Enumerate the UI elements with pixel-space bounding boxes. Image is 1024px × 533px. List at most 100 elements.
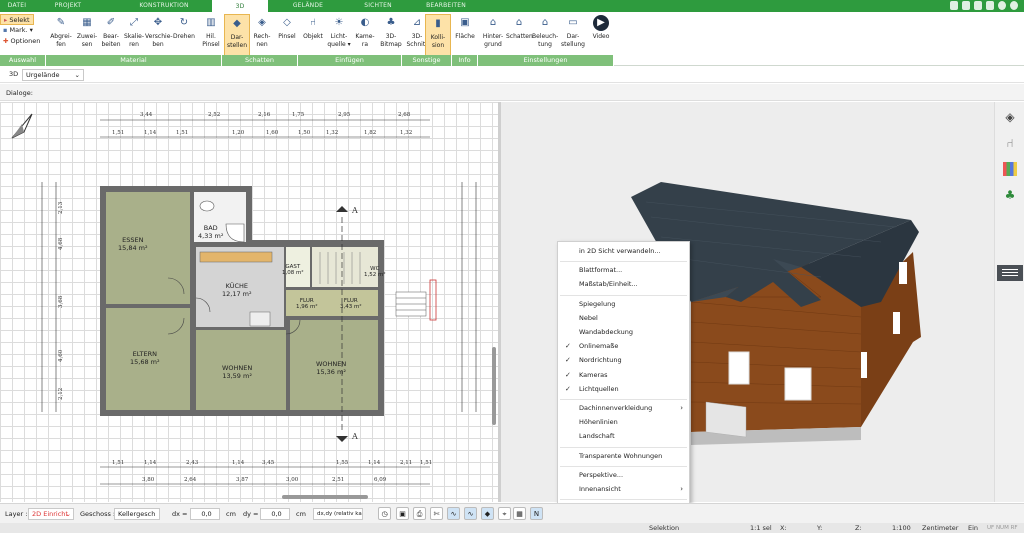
tab-datei[interactable]: DATEI [0, 0, 34, 12]
calc-cube-icon: ◈ [258, 17, 266, 28]
select-tool-mark[interactable]: ▪ Mark. ▾ [0, 25, 46, 36]
tree-icon[interactable]: ♣ [1003, 188, 1017, 202]
group-auswahl: Auswahl [0, 55, 46, 66]
ribbon-button-label: Kame- ra [355, 33, 375, 48]
ribbon-button-tree[interactable]: ♣ 3D- Bitmap [378, 14, 404, 60]
ribbon-button-scale[interactable]: ⤢ Skalie- ren [121, 14, 147, 60]
menu-item[interactable]: Innenansicht › [558, 483, 689, 496]
dimension-label: 1,14 [368, 460, 381, 466]
hamburger-menu-icon[interactable] [997, 265, 1023, 281]
ribbon-button-render-cube[interactable]: ◆ Dar- stellen [224, 14, 250, 60]
menu-item[interactable]: Höhenlinien [558, 416, 689, 429]
tab-3d[interactable]: 3D [212, 0, 268, 12]
rotate-icon: ↻ [179, 17, 189, 28]
view-select-value: Urgelände [26, 71, 60, 79]
pipette-icon: ✎ [56, 17, 66, 28]
select-tool-selekt[interactable]: ▸ Selekt [0, 14, 34, 25]
ribbon-button-background-house[interactable]: ⌂ Hinter- grund [480, 14, 506, 60]
menu-item[interactable]: ✓ Nordrichtung [558, 354, 689, 367]
grid-icon[interactable]: ▦ [513, 507, 526, 520]
group-einstellungen: Einstellungen [478, 55, 614, 66]
group-einfuegen: Einfügen [298, 55, 402, 66]
menu-item[interactable]: Maßstab/Einheit... [558, 278, 689, 291]
tab-bearbeiten[interactable]: BEARBEITEN [418, 0, 474, 12]
save-icon[interactable] [962, 1, 970, 10]
floor-plan-view[interactable]: A A 3,44 2,52 2,16 1,75 2,95 2,68 1,51 1,14 1,51… [0, 102, 498, 502]
ribbon-button-collision[interactable]: ▮ Kolli- sion [425, 14, 451, 60]
ribbon-button-rotate[interactable]: ↻ Drehen [171, 14, 197, 60]
ribbon-button-chair[interactable]: ⑁ Objekt [300, 14, 326, 60]
cut-icon: ⊿ [412, 17, 422, 28]
snap-grid-icon[interactable]: ⌖ [498, 507, 511, 520]
chair-icon[interactable]: ⑁ [1003, 136, 1017, 150]
layer-select[interactable]: 2D Einricht ⌄ [28, 508, 74, 520]
plan-vertical-scrollbar[interactable] [492, 347, 496, 425]
info-icon[interactable] [1010, 1, 1018, 10]
restore-icon[interactable] [974, 1, 982, 10]
menu-item-label: Höhenlinien [579, 418, 618, 427]
window-icon[interactable] [986, 1, 994, 10]
geschoss-select[interactable]: Kellergesch [114, 508, 160, 520]
scale-icon: ⤢ [130, 17, 138, 28]
menu-item[interactable]: ✓ Onlinemaße [558, 340, 689, 353]
ribbon-button-camera[interactable]: ◐ Kame- ra [352, 14, 378, 60]
ribbon-button-shadow-house[interactable]: ⌂ Schatten [506, 14, 533, 60]
menu-item[interactable]: Landschaft [558, 430, 689, 443]
tab-projekt[interactable]: PROJEKT [40, 0, 96, 12]
ribbon-button-assign[interactable]: ▦ Zuwei- sen [74, 14, 100, 60]
print-icon[interactable]: ⎙ [413, 507, 426, 520]
menu-item[interactable]: Transparente Wohnungen [558, 450, 689, 463]
ribbon-button-pipette[interactable]: ✎ Abgrei- fen [48, 14, 74, 60]
menu-item[interactable]: ✓ Kameras [558, 369, 689, 382]
palette-icon[interactable] [1003, 162, 1017, 176]
dimension-label: 1,14 [232, 460, 245, 466]
layer-label: Layer : [5, 510, 28, 518]
dimension-label: 4,68 [58, 237, 64, 250]
dy-input[interactable]: 0,0 [260, 508, 290, 520]
view-select[interactable]: Urgelände ⌄ [22, 69, 84, 81]
coord-mode-select[interactable]: dx,dy (relativ ka [313, 508, 363, 520]
dx-input[interactable]: 0,0 [190, 508, 220, 520]
ribbon-button-paint-brush[interactable]: ◇ Pinsel [274, 14, 300, 60]
ribbon-button-bulb[interactable]: ☀ Licht- quelle ▾ [326, 14, 352, 60]
select-tool-options[interactable]: ✚ Optionen [0, 36, 46, 47]
pin-icon[interactable] [950, 1, 958, 10]
plan-horizontal-scrollbar[interactable] [282, 495, 368, 499]
tab-sichten[interactable]: SICHTEN [350, 0, 406, 12]
menu-item-label: in 2D Sicht verwandeln... [579, 247, 661, 255]
ribbon-button-move[interactable]: ✥ Verschie- ben [145, 14, 173, 60]
snap-curve-icon[interactable]: ∿ [464, 507, 477, 520]
dimension-label: 1,75 [292, 112, 305, 118]
menu-item[interactable]: Spiegelung [558, 298, 689, 311]
plane-icon[interactable]: ◆ [481, 507, 494, 520]
menu-item[interactable]: ✓ Lichtquellen [558, 383, 689, 396]
ribbon-button-calc-cube[interactable]: ◈ Rech- nen [249, 14, 275, 60]
help-icon[interactable] [998, 1, 1006, 10]
screen-icon[interactable]: ▣ [396, 507, 409, 520]
ribbon-button-area[interactable]: ▣ Fläche [452, 14, 478, 60]
ribbon-button-lighting-house[interactable]: ⌂ Beleuch- tung [532, 14, 558, 60]
menu-item[interactable]: Wandabdeckung [558, 326, 689, 339]
menu-item[interactable]: Blattformat... [558, 264, 689, 277]
menu-item[interactable]: in 2D Sicht verwandeln... [558, 245, 689, 258]
tree-icon: ♣ [386, 17, 396, 28]
snap-line-icon[interactable]: ∿ [447, 507, 460, 520]
ribbon: ▸ Selekt ▪ Mark. ▾ ✚ Optionen ✎ Abgrei- f… [0, 12, 1024, 66]
tab-konstruktion[interactable]: KONSTRUKTION [124, 0, 204, 12]
menu-item[interactable]: Perspektive... [558, 469, 689, 482]
layers-icon[interactable]: ◈ [1003, 110, 1017, 124]
menu-item[interactable]: Nebel [558, 312, 689, 325]
ribbon-button-play[interactable]: ▶ Video [588, 14, 614, 60]
ribbon-button-label: Kolli- sion [430, 34, 446, 49]
ribbon-button-label: 3D- Bitmap [380, 33, 402, 48]
ribbon-button-brush[interactable]: ▥ Hil. Pinsel [198, 14, 224, 60]
selection-tools: ▸ Selekt ▪ Mark. ▾ ✚ Optionen [0, 14, 46, 47]
dy-unit: cm [296, 510, 306, 518]
tab-gelaende[interactable]: GELÄNDE [280, 0, 336, 12]
clock-icon[interactable]: ◷ [378, 507, 391, 520]
tools-icon[interactable]: ✄ [430, 507, 443, 520]
dimension-label: 3,68 [58, 295, 64, 308]
north-icon[interactable]: N [530, 507, 543, 520]
ribbon-button-display[interactable]: ▭ Dar- stellung [560, 14, 586, 60]
menu-item[interactable]: Dachinnenverkleidung › [558, 402, 689, 415]
